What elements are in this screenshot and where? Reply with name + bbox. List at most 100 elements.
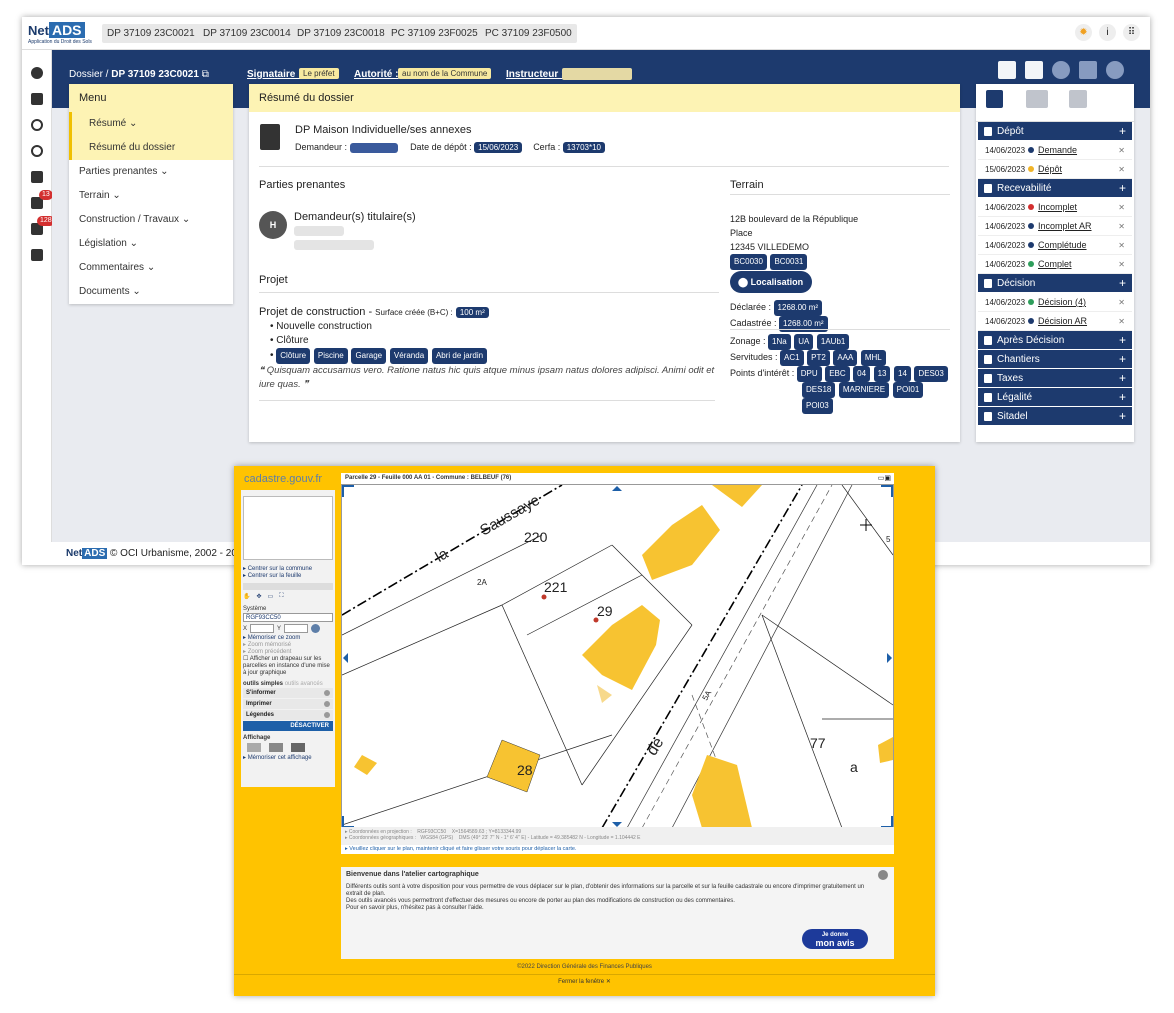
zoom-memorise-link[interactable]: ▸ Zoom mémorisé	[243, 642, 333, 649]
center-commune-link[interactable]: ▸ Centrer sur la commune	[243, 566, 333, 573]
workflow-section[interactable]: Taxes +	[978, 369, 1132, 388]
add-icon[interactable]: +	[1119, 369, 1126, 388]
tab-dossier-2[interactable]: DP 37109 23C0014	[198, 24, 296, 43]
close-icon[interactable]: ✕	[1118, 217, 1125, 236]
display-option[interactable]	[247, 743, 261, 752]
apps-grid-icon[interactable]: ⠿	[1123, 24, 1140, 41]
go-icon[interactable]	[311, 624, 321, 633]
menu-item-resume[interactable]: Résumé ⌄	[72, 112, 233, 136]
users-icon[interactable]	[31, 249, 43, 261]
checkbox-icon[interactable]	[1079, 61, 1097, 79]
workflow-section[interactable]: Décision +	[978, 274, 1132, 293]
close-icon[interactable]: ✕	[1118, 160, 1125, 179]
info-icon[interactable]: i	[1099, 24, 1116, 41]
row-label[interactable]: Demande	[1038, 145, 1077, 155]
center-feuille-link[interactable]: ▸ Centrer sur la feuille	[243, 573, 333, 580]
copy-icon[interactable]: ⧉	[202, 69, 209, 80]
workflow-section[interactable]: Sitadel +	[978, 407, 1132, 426]
globe-icon[interactable]	[1106, 61, 1124, 79]
close-icon[interactable]: ✕	[1118, 236, 1125, 255]
clock-icon[interactable]	[1052, 61, 1070, 79]
x-coordinate-input[interactable]	[250, 624, 275, 633]
zoom-precedent-link[interactable]: ▸ Zoom précédent	[243, 649, 333, 656]
mail-icon[interactable]	[998, 61, 1016, 79]
archive-tab-icon[interactable]	[1069, 90, 1087, 108]
systeme-select[interactable]: RGF93CC50	[243, 613, 333, 622]
row-label[interactable]: Dépôt	[1038, 164, 1062, 174]
document-icon[interactable]	[31, 171, 43, 183]
sinformer-tool[interactable]: S'informer	[243, 688, 333, 698]
drapeau-checkbox[interactable]: ☐ Afficher un drapeau sur les parcelles …	[243, 656, 333, 677]
pan-hand-icon[interactable]: ✋	[243, 593, 250, 603]
display-option[interactable]	[269, 743, 283, 752]
add-icon[interactable]: +	[1119, 407, 1126, 426]
rectangle-zoom-icon[interactable]: ▭	[268, 593, 274, 603]
workflow-section[interactable]: Chantiers +	[978, 350, 1132, 369]
memorise-zoom-link[interactable]: ▸ Mémoriser ce zoom	[243, 635, 333, 642]
tab-outils-avances[interactable]: outils avancés	[285, 681, 323, 687]
row-label[interactable]: Incomplet AR	[1038, 221, 1092, 231]
workflow-row[interactable]: 14/06/2023 Complet ✕	[978, 255, 1132, 274]
menu-item-commentaires[interactable]: Commentaires ⌄	[69, 256, 233, 280]
desactiver-button[interactable]: DÉSACTIVER	[243, 721, 333, 731]
parcel-badge[interactable]: BC0030	[730, 254, 767, 270]
overview-minimap[interactable]	[243, 496, 333, 560]
calendar-icon[interactable]	[1025, 61, 1043, 79]
close-icon[interactable]: ✕	[1118, 255, 1125, 274]
imprimer-tool[interactable]: Imprimer	[243, 699, 333, 709]
parcel-badge[interactable]: BC0031	[770, 254, 808, 270]
row-label[interactable]: Complet	[1038, 259, 1072, 269]
advanced-search-icon[interactable]	[31, 145, 43, 157]
close-icon[interactable]: ✕	[1118, 312, 1125, 331]
menu-item-parties[interactable]: Parties prenantes ⌄	[69, 160, 233, 184]
menu-item-construction[interactable]: Construction / Travaux ⌄	[69, 208, 233, 232]
legendes-tool[interactable]: Légendes	[243, 710, 333, 720]
add-icon[interactable]: +	[1119, 388, 1126, 407]
workflow-row[interactable]: 14/06/2023 Complétude ✕	[978, 236, 1132, 255]
folders-icon[interactable]	[31, 93, 43, 105]
tab-outils-simples[interactable]: outils simples	[243, 681, 283, 687]
add-icon[interactable]: +	[1119, 179, 1126, 198]
menu-item-terrain[interactable]: Terrain ⌄	[69, 184, 233, 208]
tab-dossier-5[interactable]: PC 37109 23F0500	[480, 24, 577, 43]
tab-dossier-1[interactable]: DP 37109 23C0021	[102, 24, 200, 43]
maximize-icon[interactable]: ▣	[884, 475, 891, 482]
close-icon[interactable]: ✕	[1118, 141, 1125, 160]
menu-item-legislation[interactable]: Législation ⌄	[69, 232, 233, 256]
add-icon[interactable]: +	[1119, 274, 1126, 293]
building-tab-icon[interactable]	[1026, 90, 1048, 108]
help-icon[interactable]	[878, 870, 888, 880]
menu-item-resume-dossier[interactable]: Résumé du dossier	[72, 136, 233, 160]
netads-logo[interactable]: Net ADS Application du Droit des Sols	[28, 22, 98, 46]
calendar-tab-icon[interactable]	[986, 90, 1003, 108]
settings-icon[interactable]: ✹	[1075, 24, 1092, 41]
zoom-slider[interactable]	[243, 583, 333, 590]
row-label[interactable]: Complétude	[1038, 240, 1087, 250]
cadastre-logo[interactable]: cadastre.gouv.fr	[244, 473, 322, 485]
workflow-section[interactable]: Dépôt +	[978, 122, 1132, 141]
memoriser-affichage-link[interactable]: ▸ Mémoriser cet affichage	[241, 754, 335, 761]
workflow-row[interactable]: 14/06/2023 Incomplet AR ✕	[978, 217, 1132, 236]
feedback-button[interactable]: Je donne mon avis	[802, 929, 868, 949]
workflow-section[interactable]: Légalité +	[978, 388, 1132, 407]
close-window-link[interactable]: Fermer la fenêtre ✕	[234, 978, 935, 985]
row-label[interactable]: Décision (4)	[1038, 297, 1086, 307]
close-icon[interactable]: ✕	[1118, 198, 1125, 217]
close-icon[interactable]: ✕	[1118, 293, 1125, 312]
y-coordinate-input[interactable]	[284, 624, 309, 633]
display-option[interactable]	[291, 743, 305, 752]
workflow-row[interactable]: 14/06/2023 Demande ✕	[978, 141, 1132, 160]
workflow-row[interactable]: 15/06/2023 Dépôt ✕	[978, 160, 1132, 179]
dashboard-icon[interactable]	[31, 67, 43, 79]
add-icon[interactable]: +	[1119, 122, 1126, 141]
row-label[interactable]: Incomplet	[1038, 202, 1077, 212]
breadcrumb-dossier-label[interactable]: Dossier	[69, 69, 103, 80]
workflow-row[interactable]: 14/06/2023 Décision AR ✕	[978, 312, 1132, 331]
add-icon[interactable]: +	[1119, 350, 1126, 369]
tab-dossier-4[interactable]: PC 37109 23F0025	[386, 24, 483, 43]
cadastre-map[interactable]: la Saussaye de 220 221 29 28 77 a 2A 5 5…	[341, 475, 894, 852]
search-icon[interactable]	[31, 119, 43, 131]
menu-item-documents[interactable]: Documents ⌄	[69, 280, 233, 304]
workflow-row[interactable]: 14/06/2023 Décision (4) ✕	[978, 293, 1132, 312]
workflow-section[interactable]: Recevabilité +	[978, 179, 1132, 198]
